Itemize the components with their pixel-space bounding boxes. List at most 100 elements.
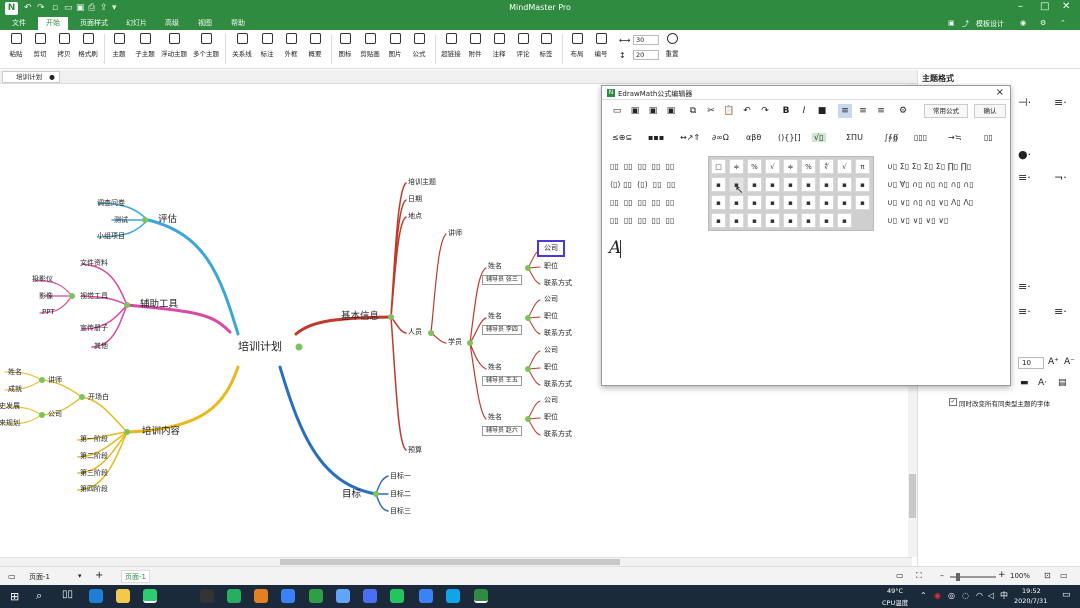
taskbar-app-icon[interactable] <box>419 589 433 603</box>
horizontal-scrollbar[interactable] <box>0 557 912 566</box>
wechat-icon[interactable] <box>390 589 404 603</box>
collapse-ribbon-icon[interactable]: ⌃ <box>1060 19 1066 27</box>
template-cell[interactable]: ▪ <box>855 195 870 210</box>
new-icon[interactable]: ▭ <box>610 104 624 118</box>
trainee-assistant[interactable]: 辅导员 赵六 <box>482 426 522 436</box>
font-shrink-icon[interactable]: A⁻ <box>1064 357 1075 367</box>
subtopic[interactable]: 测试 <box>114 216 128 225</box>
subtopic[interactable]: 日期 <box>408 195 422 204</box>
subtopic[interactable]: 开场白 <box>88 393 109 402</box>
template-cell[interactable]: ▪ <box>819 177 834 192</box>
subtopic[interactable]: 宣传册子 <box>80 324 108 333</box>
theme-icon[interactable]: ◉ <box>1020 19 1026 27</box>
zoom-slider[interactable] <box>950 573 996 581</box>
presentation-icon[interactable]: ▭ <box>1060 571 1068 580</box>
template-cell[interactable]: ▪ <box>765 195 780 210</box>
template-row-icon[interactable]: ∪▯ ∨▯ ∩▯ ∩▯ ∨▯ Λ▯ Λ▯ <box>887 194 1009 212</box>
template-cell[interactable]: √ <box>837 159 852 174</box>
highlight-icon[interactable]: ▬ <box>1020 378 1029 388</box>
menu-slides[interactable]: 幻灯片 <box>118 17 155 30</box>
subtopic[interactable]: 讲师 <box>448 229 462 238</box>
topic-goals[interactable]: 目标 <box>342 489 361 501</box>
fit-width-icon[interactable]: ⊡ <box>1044 571 1051 580</box>
subtopic[interactable]: 联系方式 <box>544 329 572 338</box>
template-cell[interactable]: ▪ <box>837 195 852 210</box>
subtopic[interactable]: 讲师 <box>48 376 62 385</box>
multiple-topics-button[interactable]: 多个主题 <box>191 33 221 58</box>
taskbar-app-icon[interactable] <box>446 589 460 603</box>
menu-view[interactable]: 视图 <box>190 17 220 30</box>
template-cell[interactable]: ▪ <box>765 213 780 228</box>
corner-style-icon[interactable]: ¬· <box>1054 171 1067 184</box>
zoom-level[interactable]: 100% <box>1010 572 1030 580</box>
template-row-icon[interactable]: ∪▯ Σ▯ Σ▯ Σ▯ Σ▯ ∏▯ ∏▯ <box>887 158 1009 176</box>
subtopic[interactable]: 文件资料 <box>80 259 108 268</box>
page-tab[interactable]: 页面-1 <box>121 570 150 583</box>
same-type-checkbox[interactable]: ✓ <box>949 398 957 406</box>
template-row-icon[interactable]: ▯▯ ▯▯ ▯▯ ▯▯ ▯▯ <box>610 158 702 176</box>
decoration-templates-tab[interactable]: →≒ <box>948 133 961 142</box>
menu-help[interactable]: 帮助 <box>223 17 253 30</box>
save-icon[interactable]: ▣ <box>646 104 660 118</box>
menu-page-style[interactable]: 页面样式 <box>72 17 116 30</box>
zoom-slider-thumb[interactable] <box>956 573 960 581</box>
template-row-icon[interactable]: ▯▯ ▯▯ ▯▯ ▯▯ ▯▯ <box>610 212 702 230</box>
minimize-icon[interactable]: – <box>1018 1 1023 12</box>
topic-content[interactable]: 培训内容 <box>142 426 180 438</box>
trainee-name[interactable]: 姓名 <box>488 262 502 271</box>
font-grow-icon[interactable]: A⁺ <box>1048 357 1059 367</box>
fullscreen-icon[interactable]: ⛶ <box>916 571 922 581</box>
subtopic[interactable]: 公司 <box>48 410 62 419</box>
add-page-icon[interactable]: + <box>95 570 103 581</box>
template-row-icon[interactable]: ⟨▯⟩ ▯▯ (▯) ▯▯ ▯▯ <box>610 176 702 194</box>
subtopic[interactable]: 其他 <box>94 342 108 351</box>
template-row-icon[interactable]: ∪▯ ∨▯ ∨▯ ∨▯ ∨▯ <box>887 212 1009 230</box>
page-dropdown-icon[interactable]: ▾ <box>78 572 82 580</box>
template-row-icon[interactable]: ▯▯ ▯▯ ▯▯ ▯▯ ▯▯ <box>610 194 702 212</box>
misc-symbols-tab[interactable]: ∂∞Ω <box>712 133 729 142</box>
scroll-thumb[interactable] <box>280 559 620 565</box>
subtopic[interactable]: 联系方式 <box>544 279 572 288</box>
template-cell[interactable]: ▪ <box>837 177 852 192</box>
template-cell[interactable]: ▪ <box>747 195 762 210</box>
template-cell[interactable]: ▪ <box>783 177 798 192</box>
file-explorer-icon[interactable] <box>116 589 130 603</box>
subtopic[interactable]: 公司 <box>544 396 558 405</box>
save-as-icon[interactable]: ▣ <box>664 104 678 118</box>
numbering-button[interactable]: 编号 <box>586 33 616 58</box>
subtopic[interactable]: 公司 <box>544 295 558 304</box>
tray-app-icon[interactable]: ◌ <box>962 591 969 600</box>
template-cell[interactable]: ▪ <box>783 213 798 228</box>
subtopic[interactable]: 姓名 <box>8 368 22 377</box>
matrix-templates-tab[interactable]: ▯▯▯ <box>914 133 927 142</box>
redo-icon[interactable]: ↷ <box>758 104 772 118</box>
search-icon[interactable]: ⌕ <box>36 589 42 603</box>
align-right-icon[interactable]: ≡ <box>874 104 888 118</box>
clock-date[interactable]: 2020/7/31 <box>1014 597 1047 605</box>
menu-file[interactable]: 文件 <box>4 17 34 30</box>
indent-icon[interactable]: ≡· <box>1018 305 1031 318</box>
subtopic[interactable]: 地点 <box>408 212 422 221</box>
trainee-assistant[interactable]: 辅导员 张三 <box>482 275 522 285</box>
subtopic[interactable]: 成就 <box>8 385 22 394</box>
template-cell[interactable]: □ <box>711 159 726 174</box>
color-icon[interactable]: ■ <box>815 104 829 118</box>
close-icon[interactable]: ✕ <box>1062 1 1070 12</box>
fit-page-icon[interactable]: ▭ <box>896 571 904 580</box>
subtopic[interactable]: 预算 <box>408 446 422 455</box>
subtopic[interactable]: 投影仪 <box>32 275 53 284</box>
taskbar-app-icon[interactable] <box>143 589 157 603</box>
template-cell[interactable]: ▪ <box>819 195 834 210</box>
template-cell[interactable]: √ <box>765 159 780 174</box>
align-icon[interactable]: ≡· <box>1018 280 1031 293</box>
subtopic[interactable]: 培训主题 <box>408 178 436 187</box>
subtopic[interactable]: 未来规划 <box>0 419 20 428</box>
template-cell[interactable]: ▪ <box>765 177 780 192</box>
mindmaster-taskbar-icon[interactable] <box>474 589 488 603</box>
taskbar-app-icon[interactable] <box>281 589 295 603</box>
subtopic[interactable]: 第二阶段 <box>80 452 108 461</box>
template-cell[interactable]: ≑ <box>783 159 798 174</box>
topic-basic-info[interactable]: 基本信息 <box>341 311 379 323</box>
blender-icon[interactable] <box>254 589 268 603</box>
subtopic[interactable]: 第四阶段 <box>80 485 108 494</box>
